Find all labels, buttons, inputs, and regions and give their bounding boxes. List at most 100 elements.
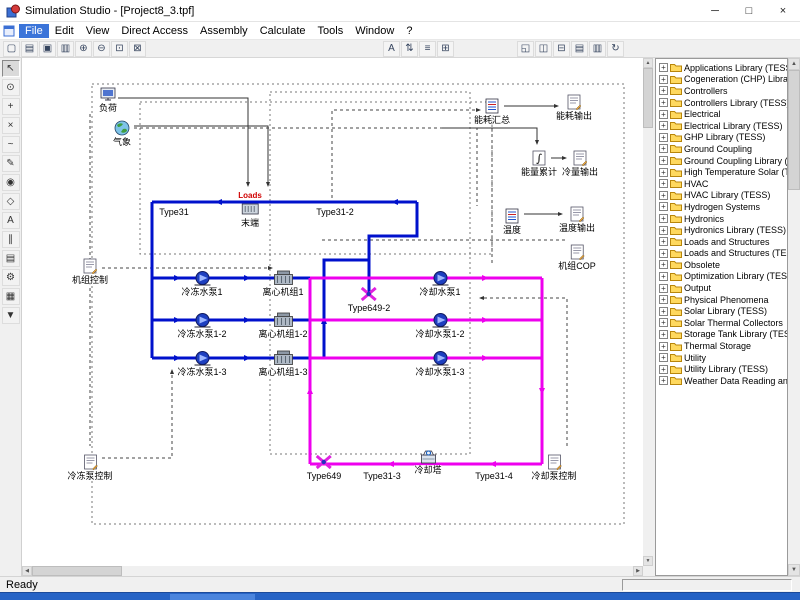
node-chw-pump-3[interactable]: 冷冻水泵1-3: [177, 350, 226, 377]
node-cw-pump-1[interactable]: 冷却水泵1: [419, 270, 460, 297]
diagram-layer[interactable]: ∫: [22, 58, 643, 566]
node-cooling-output[interactable]: 冷量输出: [562, 150, 598, 177]
expand-icon[interactable]: +: [659, 376, 668, 385]
maximize-button[interactable]: □: [732, 0, 766, 22]
expand-icon[interactable]: +: [659, 86, 668, 95]
pan-tool-button[interactable]: +: [2, 98, 20, 115]
layers-tool-button[interactable]: ▤: [2, 250, 20, 267]
tree-item-ground-coupling[interactable]: +Ground Coupling: [656, 143, 787, 155]
node-unit-cop[interactable]: 机组COP: [558, 244, 596, 271]
expand-icon[interactable]: +: [659, 63, 668, 72]
tree-item-weather-data-reading-and-process[interactable]: +Weather Data Reading and Process: [656, 375, 787, 387]
node-type649-2[interactable]: Type649-2: [348, 286, 391, 313]
tree-item-electrical-library-tess[interactable]: +Electrical Library (TESS): [656, 120, 787, 132]
tree-item-controllers-library-tess[interactable]: +Controllers Library (TESS): [656, 97, 787, 109]
zoom-tool-button[interactable]: ⊙: [2, 79, 20, 96]
expand-icon[interactable]: +: [659, 144, 668, 153]
tree-item-output[interactable]: +Output: [656, 282, 787, 294]
expand-icon[interactable]: +: [659, 75, 668, 84]
print-button[interactable]: ▥: [57, 41, 74, 57]
scroll-thumb[interactable]: [32, 566, 122, 576]
align-vertical-button[interactable]: ⇅: [401, 41, 418, 57]
scroll-down-icon[interactable]: ▼: [788, 564, 800, 576]
tree-item-solar-thermal-collectors[interactable]: +Solar Thermal Collectors: [656, 317, 787, 329]
node-chiller-2[interactable]: 离心机组1-2: [258, 312, 307, 339]
grid-tool-button[interactable]: ▦: [2, 288, 20, 305]
expand-icon[interactable]: +: [659, 318, 668, 327]
tree-item-hvac[interactable]: +HVAC: [656, 178, 787, 190]
node-weather[interactable]: 气象: [111, 120, 133, 147]
node-energy-summary[interactable]: 能耗汇总: [474, 98, 510, 125]
menu-item-calculate[interactable]: Calculate: [254, 24, 312, 38]
expand-icon[interactable]: +: [659, 202, 668, 211]
library-scrollbar[interactable]: ▲ ▼: [788, 58, 800, 576]
menu-item-edit[interactable]: Edit: [49, 24, 80, 38]
tree-item-obsolete[interactable]: +Obsolete: [656, 259, 787, 271]
clip-tool-button[interactable]: ∥: [2, 231, 20, 248]
node-unit-control[interactable]: 机组控制: [72, 258, 108, 285]
menu-item-assembly[interactable]: Assembly: [194, 24, 254, 38]
scroll-thumb[interactable]: [643, 68, 653, 128]
node-energy-output[interactable]: 能耗输出: [556, 94, 592, 121]
tree-item-storage-tank-library-tess[interactable]: +Storage Tank Library (TESS): [656, 329, 787, 341]
menu-item-direct-access[interactable]: Direct Access: [115, 24, 194, 38]
scroll-up-icon[interactable]: ▲: [788, 58, 800, 70]
menu-item-tools[interactable]: Tools: [312, 24, 350, 38]
scroll-down-button[interactable]: ▼: [2, 307, 20, 324]
minimize-button[interactable]: ─: [698, 0, 732, 22]
refresh-button[interactable]: ↻: [607, 41, 624, 57]
scroll-up-icon[interactable]: ▲: [643, 58, 653, 68]
tree-item-loads-and-structures[interactable]: +Loads and Structures: [656, 236, 787, 248]
tree-item-solar-library-tess[interactable]: +Solar Library (TESS): [656, 305, 787, 317]
scroll-down-icon[interactable]: ▼: [643, 556, 653, 566]
tile-horizontal-button[interactable]: ◫: [535, 41, 552, 57]
expand-icon[interactable]: +: [659, 226, 668, 235]
expand-icon[interactable]: +: [659, 295, 668, 304]
scroll-right-icon[interactable]: ▶: [633, 566, 643, 576]
menu-item-view[interactable]: View: [80, 24, 116, 38]
tree-item-utility[interactable]: +Utility: [656, 352, 787, 364]
text-tool-button[interactable]: A: [2, 212, 20, 229]
expand-icon[interactable]: +: [659, 179, 668, 188]
zoom-in-button[interactable]: ⊕: [75, 41, 92, 57]
link-mode-button[interactable]: ⊠: [129, 41, 146, 57]
expand-icon[interactable]: +: [659, 168, 668, 177]
scroll-left-icon[interactable]: ◀: [22, 566, 32, 576]
node-cooling-tower[interactable]: 冷却塔: [414, 448, 441, 475]
water-tool-button[interactable]: ◇: [2, 193, 20, 210]
tree-item-ground-coupling-library-tess[interactable]: +Ground Coupling Library (TESS): [656, 155, 787, 167]
child-window-icon[interactable]: [3, 25, 15, 37]
node-chw-pump-2[interactable]: 冷冻水泵1-2: [177, 312, 226, 339]
node-cw-pump-2[interactable]: 冷却水泵1-2: [415, 312, 464, 339]
expand-icon[interactable]: +: [659, 133, 668, 142]
tree-item-hydrogen-systems[interactable]: +Hydrogen Systems: [656, 201, 787, 213]
select-tool-button[interactable]: ↖: [2, 60, 20, 77]
scroll-track[interactable]: [643, 68, 653, 556]
tree-item-hvac-library-tess[interactable]: +HVAC Library (TESS): [656, 190, 787, 202]
node-type31[interactable]: Type31: [159, 206, 189, 217]
expand-icon[interactable]: +: [659, 214, 668, 223]
expand-icon[interactable]: +: [659, 365, 668, 374]
toggle-output-button[interactable]: ▥: [589, 41, 606, 57]
expand-icon[interactable]: +: [659, 237, 668, 246]
tree-item-ghp-library-tess[interactable]: +GHP Library (TESS): [656, 132, 787, 144]
canvas-vertical-scrollbar[interactable]: ▲ ▼: [643, 58, 653, 566]
expand-icon[interactable]: +: [659, 249, 668, 258]
delete-tool-button[interactable]: ×: [2, 117, 20, 134]
close-button[interactable]: ×: [766, 0, 800, 22]
tree-item-electrical[interactable]: +Electrical: [656, 108, 787, 120]
pen-tool-button[interactable]: ✎: [2, 155, 20, 172]
node-type31-4[interactable]: Type31-4: [475, 470, 513, 481]
node-energy-integrator[interactable]: 能量累计: [521, 150, 557, 177]
node-type649[interactable]: Type649: [307, 454, 342, 481]
expand-icon[interactable]: +: [659, 191, 668, 200]
expand-icon[interactable]: +: [659, 156, 668, 165]
node-temperature-output[interactable]: 温度输出: [559, 206, 595, 233]
scroll-track[interactable]: [788, 70, 800, 564]
settings-tool-button[interactable]: ⚙: [2, 269, 20, 286]
menu-item-help[interactable]: ?: [400, 24, 418, 38]
node-cw-pump-control[interactable]: 冷却泵控制: [531, 454, 576, 481]
node-cw-pump-3[interactable]: 冷却水泵1-3: [415, 350, 464, 377]
snap-grid-button[interactable]: ⊞: [437, 41, 454, 57]
canvas-horizontal-scrollbar[interactable]: ◀ ▶: [22, 566, 643, 576]
